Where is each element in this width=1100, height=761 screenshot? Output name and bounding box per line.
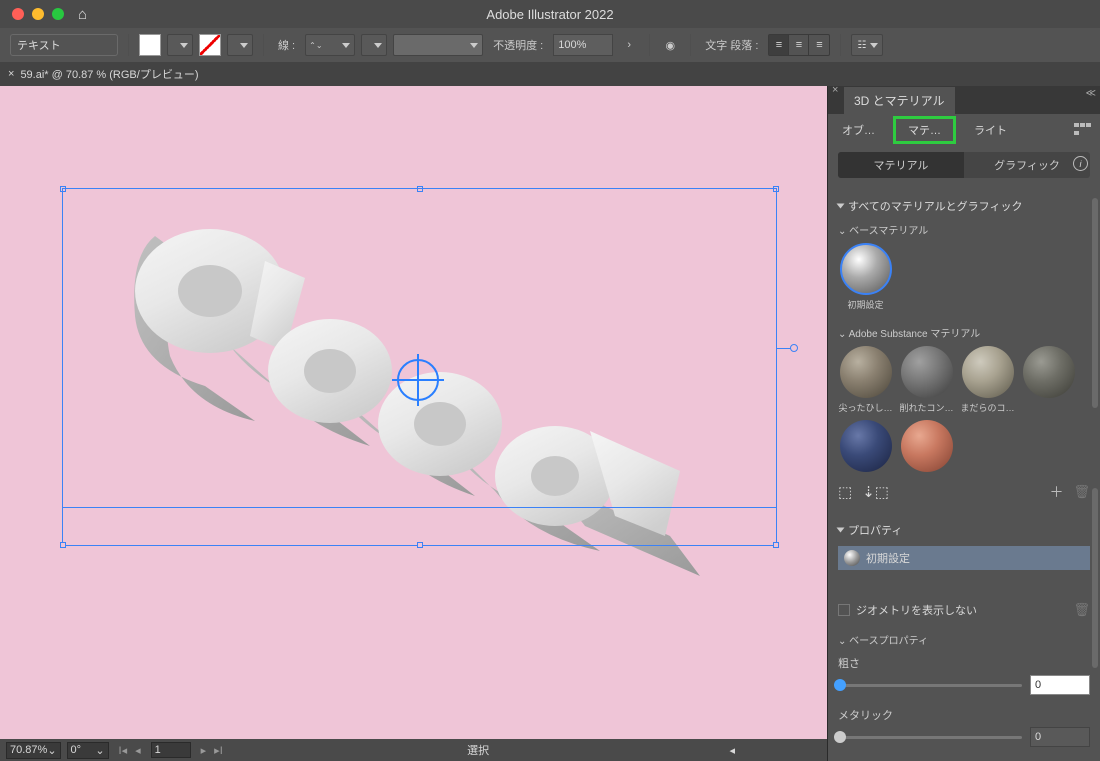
bbox-handle-se[interactable] <box>773 542 779 548</box>
delete-material-icon[interactable]: 🗑 <box>1073 484 1090 500</box>
close-window-button[interactable] <box>12 8 24 20</box>
material-substance-4[interactable] <box>1021 346 1076 414</box>
panel-view-grid-icon[interactable] <box>1074 123 1092 137</box>
panel-close-icon[interactable]: × <box>832 84 838 96</box>
adobe-substance-header[interactable]: Adobe Substance マテリアル <box>838 325 1090 340</box>
document-tab[interactable]: 59.ai* @ 70.87 % (RGB/プレビュー) <box>20 66 198 82</box>
text-name-input[interactable] <box>10 34 118 56</box>
paragraph-align-group: ≡ ≡ ≡ <box>768 34 830 56</box>
add-material-cube-icon[interactable]: ⬚ <box>838 483 852 501</box>
artboard-canvas[interactable] <box>0 86 827 739</box>
panel-collapse-icon[interactable]: ≪ <box>1086 88 1094 99</box>
section-all-materials[interactable]: すべてのマテリアルとグラフィック <box>838 198 1090 214</box>
window-titlebar: ⌂ Adobe Illustrator 2022 <box>0 0 1100 28</box>
panel-body: すべてのマテリアルとグラフィック ベースマテリアル 初期設定 Adobe Sub… <box>828 178 1100 761</box>
materials-scrollbar[interactable] <box>1092 198 1098 408</box>
section-properties[interactable]: プロパティ <box>838 522 1090 538</box>
roughness-slider[interactable] <box>838 684 1022 687</box>
metallic-value-input[interactable]: 0 <box>1030 727 1090 747</box>
material-substance-1[interactable]: 尖ったひし… <box>838 346 893 414</box>
panel-title-tab[interactable]: 3D とマテリアル <box>844 87 955 114</box>
home-icon[interactable]: ⌂ <box>78 6 87 23</box>
brush-dropdown[interactable] <box>393 34 483 56</box>
properties-scrollbar[interactable] <box>1092 488 1098 668</box>
show-geometry-label: ジオメトリを表示しない <box>856 602 977 618</box>
status-center-label: 選択 <box>467 742 489 758</box>
opacity-label: 不透明度 : <box>493 37 543 53</box>
materials-subtabs: マテリアル グラフィック <box>838 152 1090 178</box>
bbox-handle-sw[interactable] <box>60 542 66 548</box>
stroke-dropdown[interactable] <box>227 34 253 56</box>
current-material-row[interactable]: 初期設定 <box>838 546 1090 570</box>
fill-dropdown[interactable] <box>167 34 193 56</box>
prev-artboard-button[interactable]: ◂ <box>131 743 145 758</box>
material-substance-3[interactable]: まだらのコ… <box>960 346 1015 414</box>
recolor-icon[interactable]: ◉ <box>660 35 680 55</box>
zoom-field[interactable]: 70.87%⌄ <box>6 742 61 759</box>
artboard-nav-fwd: ▸ ▸I <box>197 743 227 758</box>
tab-object[interactable]: オブ… <box>842 122 875 138</box>
rotation-handle[interactable] <box>790 344 798 352</box>
close-tab-button[interactable]: × <box>8 68 14 80</box>
import-material-icon[interactable]: ⇣⬚ <box>862 483 889 501</box>
first-artboard-button[interactable]: I◂ <box>115 743 132 758</box>
roughness-label: 粗さ <box>838 655 1090 671</box>
stroke-weight-stepper[interactable]: ⌃⌄ <box>305 34 355 56</box>
material-substance-6[interactable] <box>899 420 954 472</box>
mini-sphere-icon <box>844 550 860 566</box>
info-icon[interactable]: i <box>1073 156 1088 171</box>
status-bar: 70.87%⌄ 0°⌄ I◂ ◂ 1 ▸ ▸I 選択 ◂ <box>0 739 827 761</box>
show-geometry-checkbox[interactable] <box>838 604 850 616</box>
rotation-field[interactable]: 0°⌄ <box>67 742 109 759</box>
materials-panel: × 3D とマテリアル ≪ オブ… マテ… ライト マテリアル グラフィック i… <box>827 86 1100 761</box>
char-paragraph-label: 文字 段落 : <box>705 37 758 53</box>
next-artboard-button[interactable]: ▸ <box>197 743 211 758</box>
material-substance-5[interactable] <box>838 420 893 472</box>
tab-light[interactable]: ライト <box>974 122 1007 138</box>
subtab-materials-active[interactable]: マテリアル <box>838 152 964 178</box>
base-materials-header[interactable]: ベースマテリアル <box>838 222 1090 237</box>
app-title: Adobe Illustrator 2022 <box>486 7 613 22</box>
center-target-icon[interactable] <box>392 354 444 406</box>
list-dropdown[interactable]: ☷ <box>851 34 883 56</box>
opacity-dropdown[interactable]: › <box>619 35 639 55</box>
artboard-nav: I◂ ◂ <box>115 743 145 758</box>
status-scroll-left-icon[interactable]: ◂ <box>729 744 735 757</box>
bounding-box-inner <box>62 188 777 508</box>
align-center-button[interactable]: ≡ <box>789 35 809 55</box>
stroke-swatch[interactable] <box>199 34 221 56</box>
minimize-window-button[interactable] <box>32 8 44 20</box>
align-left-button[interactable]: ≡ <box>769 35 789 55</box>
variable-width-dropdown[interactable] <box>361 34 387 56</box>
delete-geometry-icon[interactable]: 🗑 <box>1073 602 1090 618</box>
last-artboard-button[interactable]: ▸I <box>210 743 227 758</box>
panel-tab-row: × 3D とマテリアル ≪ <box>828 86 1100 114</box>
metallic-label: メタリック <box>838 707 1090 723</box>
document-tab-bar: × 59.ai* @ 70.87 % (RGB/プレビュー) <box>0 62 1100 86</box>
roughness-value-input[interactable]: 0 <box>1030 675 1090 695</box>
material-substance-2[interactable]: 削れたコン… <box>899 346 954 414</box>
base-props-header[interactable]: ベースプロパティ <box>838 632 1090 647</box>
tab-materials-highlighted[interactable]: マテ… <box>893 116 956 144</box>
fill-swatch[interactable] <box>139 34 161 56</box>
bbox-handle-s[interactable] <box>417 542 423 548</box>
material-default[interactable]: 初期設定 <box>838 243 893 311</box>
traffic-lights <box>0 8 64 20</box>
stroke-label: 線 : <box>278 37 295 53</box>
material-sphere-default <box>840 243 892 295</box>
maximize-window-button[interactable] <box>52 8 64 20</box>
align-right-button[interactable]: ≡ <box>809 35 829 55</box>
panel-category-tabs: オブ… マテ… ライト <box>828 114 1100 146</box>
control-toolbar: 線 : ⌃⌄ 不透明度 : 100% › ◉ 文字 段落 : ≡ ≡ ≡ ☷ <box>0 28 1100 62</box>
opacity-input[interactable]: 100% <box>553 34 613 56</box>
subtab-graphics[interactable]: グラフィック <box>964 152 1090 178</box>
artboard-number-input[interactable]: 1 <box>151 742 191 758</box>
add-button[interactable]: ＋ <box>1049 482 1063 502</box>
canvas-area: 70.87%⌄ 0°⌄ I◂ ◂ 1 ▸ ▸I 選択 ◂ <box>0 86 827 761</box>
metallic-slider[interactable] <box>838 736 1022 739</box>
